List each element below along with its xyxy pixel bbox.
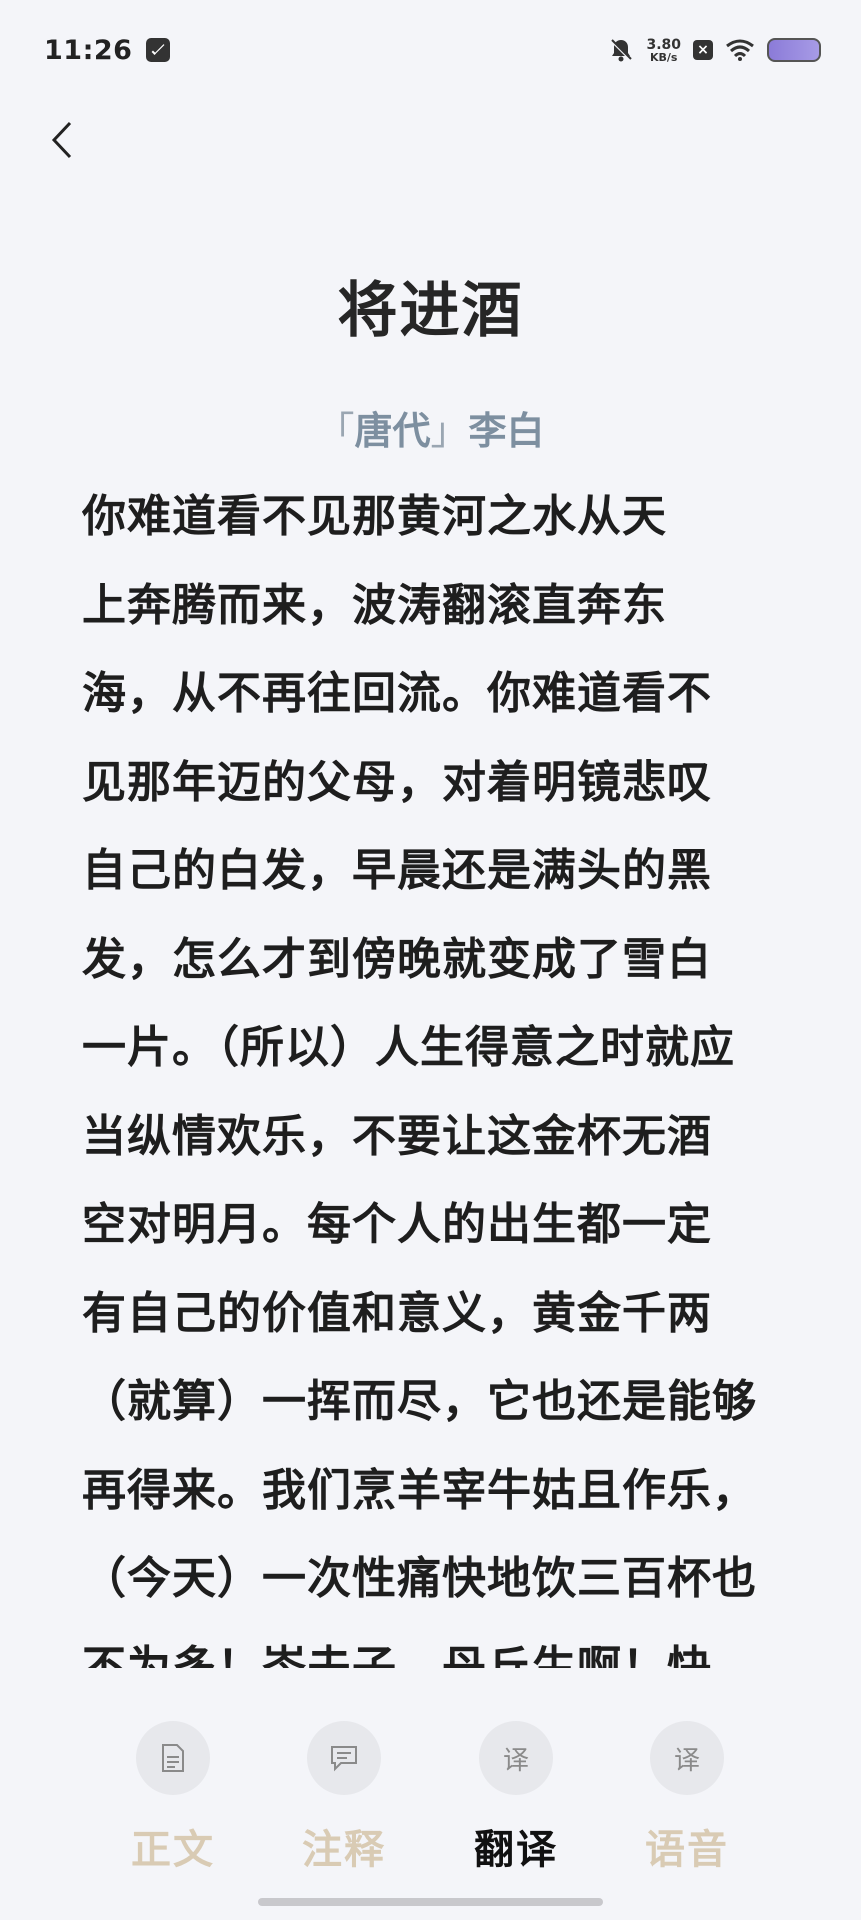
text-line: （今天）一次性痛快地饮三百杯也: [82, 1553, 757, 1604]
dynasty-bracket-close: 」: [430, 409, 469, 453]
text-line: 上奔腾而来，波涛翻滚直奔东: [82, 579, 667, 631]
mute-bell-icon: [610, 38, 633, 62]
tab-translation[interactable]: 译 翻译: [456, 1721, 576, 1875]
home-indicator[interactable]: [258, 1898, 603, 1906]
text-line: 自己的白发，早晨还是满头的黑: [82, 845, 712, 896]
tab-label: 语音: [645, 1826, 729, 1873]
text-line: 你难道看不见那黄河之水从天: [82, 491, 667, 542]
status-time: 11:26: [44, 34, 133, 66]
text-line: 有自己的价值和意义，黄金千两: [82, 1287, 712, 1339]
doc-icon: [136, 1721, 210, 1795]
text-line: （就算）一挥而尽，它也还是能够: [82, 1376, 757, 1427]
dynasty-bracket-open: 「: [316, 409, 355, 453]
tab-label: 翻译: [474, 1826, 558, 1873]
poem-meta: 「唐代」李白: [0, 400, 861, 455]
author-label: 李白: [468, 408, 545, 453]
text-line: 当纵情欢乐，不要让这金杯无酒: [82, 1110, 712, 1162]
close-square-icon: ×: [693, 40, 713, 60]
text-line: 空对明月。每个人的出生都一定: [82, 1199, 712, 1250]
tab-audio[interactable]: 译 语音: [627, 1721, 747, 1875]
text-line: 不为多！岑夫子，丹丘生啊！快: [82, 1641, 712, 1669]
wifi-icon: [726, 39, 754, 61]
text-line: 见那年迈的父母，对着明镜悲叹: [82, 756, 712, 808]
translation-text: 你难道看不见那黄河之水从天 上奔腾而来，波涛翻滚直奔东 海，从不再往回流。你难道…: [82, 473, 782, 1668]
chevron-left-icon: [51, 121, 72, 159]
tab-annotation[interactable]: 注释: [284, 1721, 404, 1875]
audio-icon: 译: [650, 1721, 724, 1795]
translate-icon: 译: [479, 1721, 553, 1795]
comment-icon: [307, 1721, 381, 1795]
text-line: 海，从不再往回流。你难道看不: [82, 668, 712, 719]
message-icon: [146, 38, 171, 62]
tab-label: 注释: [302, 1826, 386, 1873]
poem-title: 将进酒: [337, 276, 524, 346]
text-line: 再得来。我们烹羊宰牛姑且作乐，: [82, 1464, 757, 1516]
bottom-tab-bar: 正文 注释 译 翻译 译 语音: [0, 1685, 861, 1920]
network-speed: 3.80 KB/s: [646, 36, 681, 64]
text-line: 发，怎么才到傍晚就变成了雪白: [82, 933, 712, 985]
text-line: 一片。（所以）人生得意之时就应: [82, 1022, 735, 1073]
dynasty-label: 唐代: [354, 408, 431, 453]
tab-main-text[interactable]: 正文: [113, 1721, 233, 1875]
status-bar: 11:26 3.80 KB/s ×: [0, 0, 861, 100]
tab-label: 正文: [131, 1826, 215, 1873]
back-button[interactable]: [40, 115, 84, 165]
battery-icon: [767, 38, 821, 62]
